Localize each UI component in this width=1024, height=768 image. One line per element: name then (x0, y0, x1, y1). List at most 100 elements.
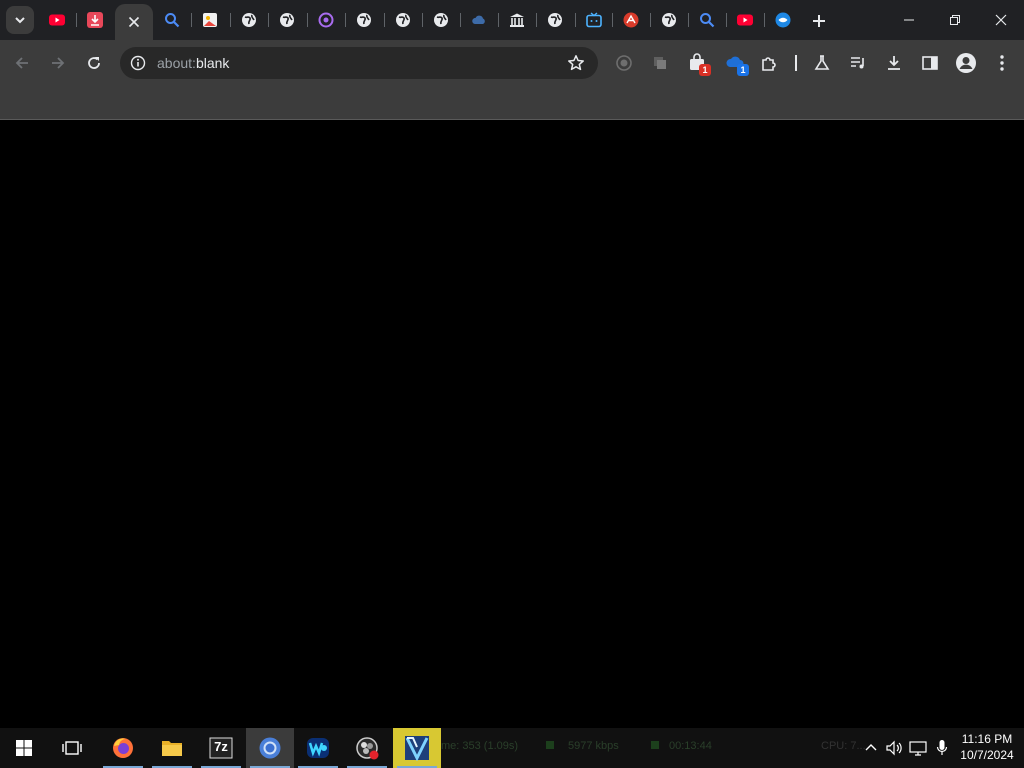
browser-tab[interactable] (498, 0, 536, 40)
obs-icon (356, 737, 379, 760)
labs-button[interactable] (807, 48, 837, 78)
browser-tab[interactable] (536, 0, 574, 40)
tab-search-button[interactable] (6, 6, 34, 34)
browser-tab[interactable] (307, 0, 345, 40)
taskbar-file-explorer[interactable] (148, 728, 196, 768)
extension-cloud-button[interactable]: 1 (720, 48, 750, 78)
extension-copy-button[interactable] (645, 48, 675, 78)
tab-separator (76, 13, 77, 27)
search-icon (165, 13, 180, 28)
red-logo-icon (623, 12, 639, 28)
extensions-button[interactable] (754, 48, 784, 78)
firefox-icon (113, 738, 133, 758)
taskbar-chrome[interactable] (246, 728, 294, 768)
globe-icon (548, 13, 562, 27)
forward-button[interactable] (43, 48, 73, 78)
tab-separator (498, 13, 499, 27)
back-button[interactable] (7, 48, 37, 78)
start-button[interactable] (0, 728, 48, 768)
status-dot-icon (651, 741, 659, 749)
blue-app-icon (775, 12, 791, 28)
plus-icon (813, 15, 825, 27)
task-view-button[interactable] (48, 728, 96, 768)
extension-circle-button[interactable] (609, 48, 639, 78)
tab-separator (726, 13, 727, 27)
cloud-icon (472, 15, 485, 24)
site-info-button[interactable] (128, 53, 148, 73)
search-icon (700, 13, 715, 28)
bookmark-star-button[interactable] (566, 53, 586, 73)
browser-tab[interactable] (612, 0, 650, 40)
browser-tab[interactable] (726, 0, 764, 40)
notification-badge: 1 (737, 64, 749, 76)
taskbar-firefox[interactable] (99, 728, 147, 768)
browser-tab[interactable] (688, 0, 726, 40)
side-panel-button[interactable] (915, 48, 945, 78)
browser-tab[interactable] (575, 0, 613, 40)
copy-icon (654, 57, 666, 69)
tab-active-close-button[interactable] (115, 4, 153, 40)
browser-tab[interactable] (268, 0, 306, 40)
new-tab-button[interactable] (806, 8, 832, 34)
overlay-time-text: 00:13:44 (651, 740, 712, 752)
reload-button[interactable] (79, 48, 109, 78)
profile-button[interactable] (951, 48, 981, 78)
taskbar-clock[interactable]: 11:16 PM 10/7/2024 (956, 731, 1018, 763)
chrome-icon (259, 737, 281, 759)
overlay-time-value: 00:13:44 (669, 740, 712, 752)
taskbar-video-editor[interactable] (393, 728, 441, 768)
windows-icon (16, 740, 32, 756)
browser-tab[interactable] (153, 0, 191, 40)
tab-separator (612, 13, 613, 27)
address-bar[interactable]: about:blank (120, 47, 598, 79)
side-panel-icon (922, 56, 938, 70)
tab-strip (0, 0, 1024, 40)
close-window-button[interactable] (978, 0, 1024, 40)
download-icon (888, 56, 900, 70)
record-circle-icon (616, 55, 632, 71)
browser-tab[interactable] (76, 0, 114, 40)
browser-tab[interactable] (345, 0, 383, 40)
media-controls-button[interactable] (843, 48, 873, 78)
avatar-icon (956, 53, 976, 73)
restore-button[interactable] (932, 0, 978, 40)
browser-tab[interactable] (650, 0, 688, 40)
url-text[interactable]: about:blank (157, 55, 229, 71)
globe-icon (396, 13, 410, 27)
purple-ring-icon (318, 12, 334, 28)
browser-tab[interactable] (230, 0, 268, 40)
minimize-button[interactable] (886, 0, 932, 40)
tab-separator (345, 13, 346, 27)
downloads-button[interactable] (879, 48, 909, 78)
globe-icon (357, 13, 371, 27)
browser-tab[interactable] (191, 0, 229, 40)
chevron-up-icon (865, 744, 877, 751)
browser-tab[interactable] (460, 0, 498, 40)
menu-button[interactable] (987, 48, 1017, 78)
tab-separator (191, 13, 192, 27)
browser-tab[interactable] (384, 0, 422, 40)
taskbar-7zip[interactable]: 7z (197, 728, 245, 768)
page-content-blank[interactable] (0, 121, 1024, 728)
extension-shopping-button[interactable]: 1 (682, 48, 712, 78)
toolbar-divider (795, 55, 797, 71)
close-icon (995, 14, 1007, 26)
microphone-icon (936, 740, 948, 755)
taskbar-obs[interactable] (343, 728, 391, 768)
tray-overflow-button[interactable] (860, 736, 882, 760)
tab-separator (230, 13, 231, 27)
video-editor-icon (405, 736, 429, 761)
microphone-button[interactable] (931, 736, 953, 760)
browser-tab[interactable] (422, 0, 460, 40)
browser-tab[interactable] (38, 0, 76, 40)
speaker-icon (886, 740, 902, 756)
network-button[interactable] (907, 736, 929, 760)
puzzle-icon (762, 57, 776, 71)
taskbar-webstorm[interactable] (294, 728, 342, 768)
image-icon (203, 13, 217, 27)
flask-icon (814, 55, 830, 70)
bookmarks-bar (0, 86, 1024, 120)
chevron-down-icon (15, 17, 25, 24)
browser-tab[interactable] (764, 0, 802, 40)
volume-button[interactable] (883, 736, 905, 760)
